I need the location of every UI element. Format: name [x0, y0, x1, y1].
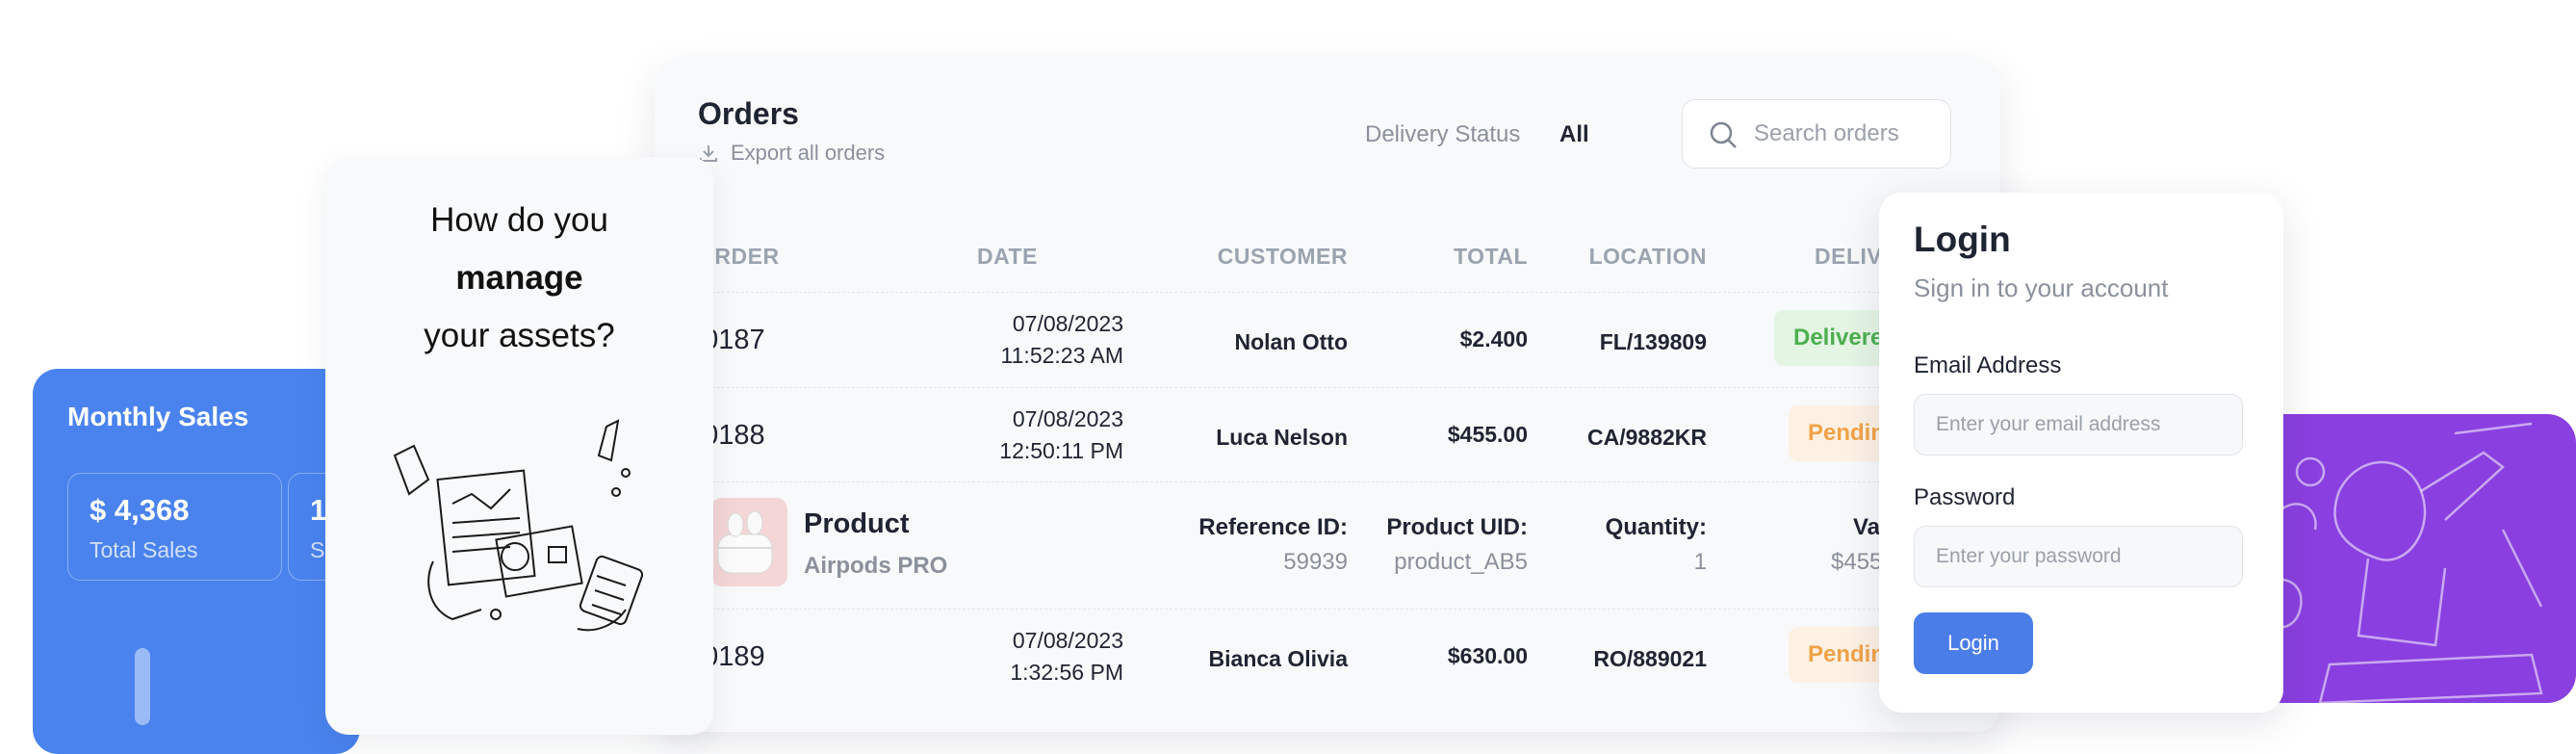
- order-date: 07/08/2023 12:50:11 PM: [931, 403, 1123, 467]
- order-date-time: 11:52:23 AM: [1000, 343, 1123, 368]
- product-uid-label: Product UID:: [1386, 514, 1528, 540]
- order-date: 07/08/2023 11:52:23 AM: [931, 308, 1123, 372]
- email-label: Email Address: [1914, 352, 2062, 378]
- export-label: Export all orders: [731, 141, 886, 165]
- order-date-day: 07/08/2023: [1012, 311, 1123, 336]
- order-location: RO/889021: [1593, 646, 1707, 671]
- order-date-day: 07/08/2023: [1012, 628, 1123, 653]
- product-title: Product: [804, 508, 910, 539]
- reference-id-label: Reference ID:: [1198, 514, 1348, 540]
- password-placeholder: Enter your password: [1936, 545, 2122, 567]
- column-header-total[interactable]: TOTAL: [1454, 244, 1528, 270]
- row-divider: [655, 387, 2000, 388]
- total-sales-stat: $ 4,368 Total Sales: [67, 473, 282, 581]
- delivery-status-label: Delivery Status: [1365, 121, 1521, 147]
- order-date-day: 07/08/2023: [1012, 406, 1123, 431]
- row-divider: [655, 292, 2000, 293]
- order-customer: Luca Nelson: [1216, 425, 1348, 450]
- assets-heading-line2: manage: [455, 259, 583, 297]
- monthly-sales-title: Monthly Sales: [67, 402, 249, 431]
- assets-promo-card: How do you manage your assets?: [325, 157, 713, 735]
- row-divider: [655, 609, 2000, 610]
- product-uid-value: product_AB5: [1394, 549, 1528, 575]
- airpods-case-image: [710, 498, 787, 586]
- email-field[interactable]: Enter your email address: [1914, 394, 2243, 455]
- orders-panel: Orders Export all orders Delivery Status…: [655, 58, 2000, 732]
- delivery-status-select[interactable]: All: [1559, 121, 1589, 148]
- password-field[interactable]: Enter your password: [1914, 526, 2243, 587]
- order-date-time: 12:50:11 PM: [999, 438, 1123, 463]
- row-divider: [655, 481, 2000, 482]
- assets-heading-line1: How do you: [430, 201, 608, 239]
- email-placeholder: Enter your email address: [1936, 413, 2161, 435]
- search-orders-input[interactable]: Search orders: [1682, 99, 1951, 169]
- stat-label: Total Sales: [90, 537, 198, 562]
- login-subtitle: Sign in to your account: [1914, 273, 2169, 302]
- sales-bar: [135, 648, 150, 725]
- search-placeholder: Search orders: [1754, 120, 1899, 146]
- order-date: 07/08/2023 1:32:56 PM: [931, 625, 1123, 689]
- finance-sketch-illustration: [393, 419, 644, 632]
- stat-value: 1: [310, 493, 327, 527]
- product-thumbnail: [710, 498, 787, 586]
- login-card: Login Sign in to your account Email Addr…: [1879, 193, 2283, 713]
- monthly-sales-card: Monthly Sales $ 4,368 Total Sales 1 S: [33, 369, 502, 754]
- stat-label: S: [310, 537, 325, 562]
- order-date-time: 1:32:56 PM: [1010, 660, 1123, 685]
- reference-id-value: 59939: [1283, 549, 1348, 575]
- quantity-value: 1: [1693, 549, 1707, 575]
- order-customer: Nolan Otto: [1234, 329, 1348, 354]
- search-icon: [1710, 121, 1737, 148]
- login-title: Login: [1914, 220, 2011, 259]
- stat-value: $ 4,368: [90, 493, 190, 527]
- orders-title: Orders: [698, 96, 799, 131]
- column-header-customer[interactable]: CUSTOMER: [1218, 244, 1348, 270]
- order-total: $630.00: [1447, 643, 1528, 668]
- quantity-label: Quantity:: [1605, 514, 1707, 540]
- value-amount: $455: [1831, 549, 1883, 575]
- order-customer: Bianca Olivia: [1208, 646, 1348, 671]
- export-orders-link[interactable]: Export all orders: [698, 141, 885, 166]
- column-header-location[interactable]: LOCATION: [1589, 244, 1707, 270]
- login-button[interactable]: Login: [1914, 612, 2033, 674]
- assets-heading-line3: your assets?: [424, 317, 615, 354]
- password-label: Password: [1914, 484, 2016, 510]
- order-location: CA/9882KR: [1587, 425, 1707, 450]
- order-total: $2.400: [1459, 326, 1528, 351]
- product-name: Airpods PRO: [804, 553, 948, 579]
- order-total: $455.00: [1447, 422, 1528, 447]
- order-location: FL/139809: [1599, 329, 1707, 354]
- column-header-date[interactable]: DATE: [977, 244, 1038, 270]
